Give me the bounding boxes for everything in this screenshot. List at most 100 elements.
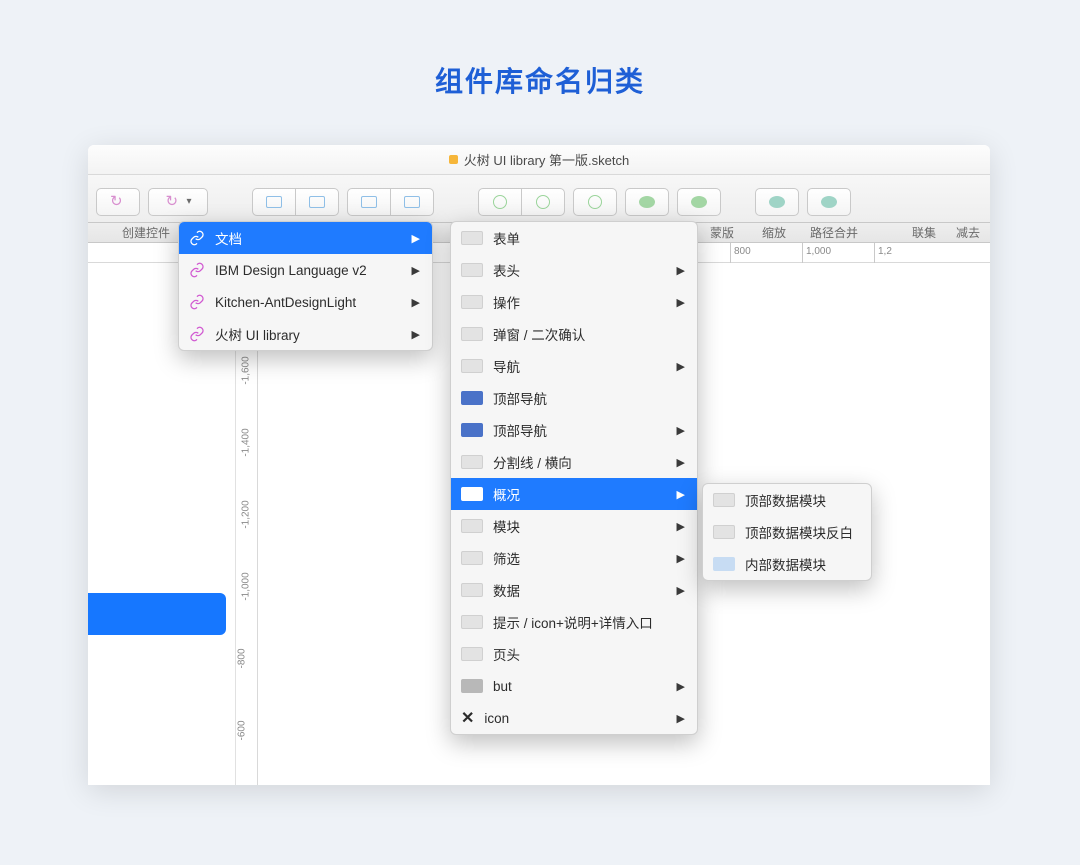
shape-tool-1[interactable] [478, 188, 522, 216]
preview-icon [461, 231, 483, 245]
menu-item-label: 表单 [493, 228, 685, 248]
menu-item-label: 弹窗 / 二次确认 [493, 324, 685, 344]
toolbar: ▾ [88, 175, 990, 223]
menu-item-label: 顶部数据模块 [745, 490, 859, 510]
menu-item-label: 提示 / icon+说明+详情入口 [493, 612, 685, 632]
subtract-icon [821, 196, 837, 208]
preview-icon [461, 455, 483, 469]
menu-item-header[interactable]: 表头 ▶ [451, 254, 697, 286]
chevron-right-icon: ▶ [677, 424, 685, 437]
menu-item-data[interactable]: 数据 ▶ [451, 574, 697, 606]
window-titlebar: 火树 UI library 第一版.sketch [88, 145, 990, 175]
ruler-tick: 1,2 [874, 243, 892, 263]
document-icon [449, 155, 458, 164]
menu-item-label: 火树 UI library [215, 324, 402, 344]
subtract-button[interactable] [807, 188, 851, 216]
transform-tool-1[interactable] [347, 188, 391, 216]
label-zoom: 缩放 [752, 224, 796, 241]
preview-icon [461, 519, 483, 533]
chevron-right-icon: ▶ [677, 360, 685, 373]
align-icon [309, 196, 325, 208]
menu-item-icon[interactable]: ✕ icon ▶ [451, 702, 697, 734]
menu-item-topnav2[interactable]: 顶部导航 ▶ [451, 414, 697, 446]
chevron-right-icon: ▶ [412, 328, 420, 341]
menu-item-inner-data[interactable]: 内部数据模块 [703, 548, 871, 580]
menu-item-label: 顶部导航 [493, 388, 685, 408]
preview-icon [461, 391, 483, 405]
label-path-merge: 路径合并 [804, 224, 864, 241]
menu-item-page-header[interactable]: 页头 [451, 638, 697, 670]
union-icon [769, 196, 785, 208]
menu-item-divider[interactable]: 分割线 / 横向 ▶ [451, 446, 697, 478]
preview-icon [461, 551, 483, 565]
menu-item-form[interactable]: 表单 [451, 222, 697, 254]
menu-item-top-data[interactable]: 顶部数据模块 [703, 484, 871, 516]
chevron-right-icon: ▶ [677, 264, 685, 277]
preview-icon [461, 327, 483, 341]
transform-tool-2[interactable] [390, 188, 434, 216]
preview-icon [461, 423, 483, 437]
menu-item-label: 文档 [215, 228, 402, 248]
menu-item-kitchen[interactable]: Kitchen-AntDesignLight ▶ [179, 286, 432, 318]
ruler-tick: -1,200 [241, 500, 252, 528]
selected-layer-indicator[interactable] [88, 593, 226, 635]
menu-item-overview[interactable]: 概况 ▶ [451, 478, 697, 510]
preview-icon [461, 295, 483, 309]
page-title: 组件库命名归类 [0, 0, 1080, 140]
insert-dropdown[interactable]: ▾ [148, 188, 208, 216]
union-button[interactable] [755, 188, 799, 216]
mask-button[interactable] [573, 188, 617, 216]
ruler-tick: -800 [237, 648, 248, 668]
menu-item-filter[interactable]: 筛选 ▶ [451, 542, 697, 574]
preview-icon [461, 359, 483, 373]
label-subtract: 减去 [954, 224, 982, 241]
transform-icon [404, 196, 420, 208]
path-merge-button[interactable] [677, 188, 721, 216]
link-icon [189, 326, 205, 342]
label-union: 联集 [902, 224, 946, 241]
menu-item-action[interactable]: 操作 ▶ [451, 286, 697, 318]
link-icon [189, 294, 205, 310]
align-tool-1[interactable] [252, 188, 296, 216]
preview-icon [461, 647, 483, 661]
menu-item-huoshu[interactable]: 火树 UI library ▶ [179, 318, 432, 350]
menu-item-label: 内部数据模块 [745, 554, 859, 574]
ruler-tick: -1,000 [241, 572, 252, 600]
menu-item-module[interactable]: 模块 ▶ [451, 510, 697, 542]
window-title: 火树 UI library 第一版.sketch [464, 150, 629, 169]
link-icon [189, 230, 205, 246]
zoom-button[interactable] [625, 188, 669, 216]
preview-icon [461, 679, 483, 693]
menu-item-tip[interactable]: 提示 / icon+说明+详情入口 [451, 606, 697, 638]
menu-item-label: IBM Design Language v2 [215, 263, 402, 278]
menu-item-but[interactable]: but ▶ [451, 670, 697, 702]
chevron-right-icon: ▶ [677, 296, 685, 309]
ruler-tick: -1,600 [241, 356, 252, 384]
chevron-down-icon: ▾ [186, 196, 191, 207]
menu-item-nav[interactable]: 导航 ▶ [451, 350, 697, 382]
chevron-right-icon: ▶ [677, 584, 685, 597]
align-tool-2[interactable] [295, 188, 339, 216]
menu-item-label: 顶部数据模块反白 [745, 522, 859, 542]
menu-item-popup[interactable]: 弹窗 / 二次确认 [451, 318, 697, 350]
preview-icon [713, 557, 735, 571]
menu-item-label: 分割线 / 横向 [493, 452, 667, 472]
menu-item-topnav1[interactable]: 顶部导航 [451, 382, 697, 414]
menu-item-ibm[interactable]: IBM Design Language v2 ▶ [179, 254, 432, 286]
sync-button[interactable] [96, 188, 140, 216]
menu-item-label: but [493, 679, 667, 694]
menu-item-label: Kitchen-AntDesignLight [215, 295, 402, 310]
align-icon [266, 196, 282, 208]
label-mask: 蒙版 [700, 224, 744, 241]
shape-tool-2[interactable] [521, 188, 565, 216]
preview-icon [461, 615, 483, 629]
ruler-tick: -1,400 [241, 428, 252, 456]
preview-icon [461, 583, 483, 597]
sync-icon [164, 195, 182, 209]
menu-item-document[interactable]: 文档 ▶ [179, 222, 432, 254]
link-icon [189, 262, 205, 278]
menu-item-top-data-invert[interactable]: 顶部数据模块反白 [703, 516, 871, 548]
zoom-icon [639, 196, 655, 208]
close-icon: ✕ [461, 708, 474, 728]
circle-icon [493, 195, 507, 209]
